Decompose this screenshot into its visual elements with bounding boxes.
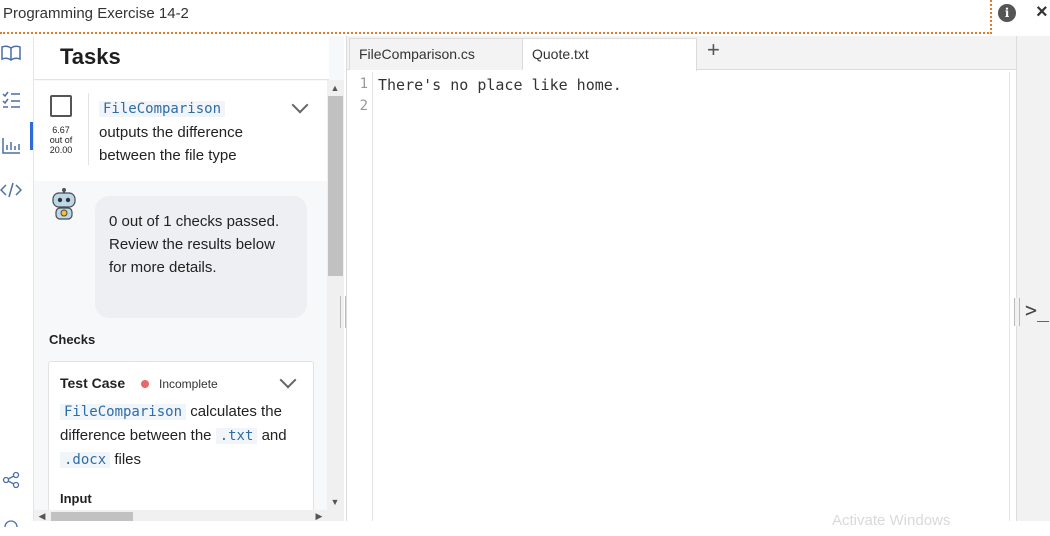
score-total: 20.00 (49, 145, 73, 155)
tasks-header: Tasks (34, 36, 329, 80)
task-checkbox[interactable] (50, 95, 72, 117)
status-dot (141, 380, 149, 388)
checks-label: Checks (49, 332, 96, 347)
left-icon-rail (0, 36, 34, 534)
line-number: 2 (359, 98, 368, 114)
task-score: 6.67 out of 20.00 (45, 125, 77, 155)
test-text-2: and (261, 427, 287, 444)
scroll-down-icon[interactable]: ▼ (330, 497, 340, 507)
test-case-card[interactable]: Test Case Incomplete FileComparison calc… (48, 361, 314, 521)
editor-area: FileComparison.cs Quote.txt + 1 2 There'… (346, 36, 1017, 521)
test-case-title: Test Case (60, 375, 126, 391)
test-text-3: files (114, 451, 142, 468)
input-label: Input (60, 491, 92, 506)
tasks-title: Tasks (60, 44, 121, 69)
chevron-down-icon[interactable] (291, 96, 309, 114)
code-icon[interactable] (0, 180, 23, 202)
tab-filecomparison-cs[interactable]: FileComparison.cs (349, 38, 523, 70)
task-divider (88, 93, 89, 165)
scroll-right-icon[interactable]: ▶ (314, 511, 324, 521)
editor-tab-bar: FileComparison.cs Quote.txt + (347, 36, 1017, 71)
test-code-3: .docx (60, 452, 111, 468)
rail-active-indicator (30, 122, 33, 150)
robot-avatar-icon (50, 188, 78, 220)
info-icon[interactable]: i (998, 4, 1016, 22)
terminal-rail: >_ (1014, 36, 1050, 521)
feedback-bubble: 0 out of 1 checks passed. Review the res… (95, 196, 307, 318)
status-badge: Incomplete (159, 377, 218, 391)
add-tab-icon[interactable]: + (707, 37, 720, 63)
tab-quote-txt[interactable]: Quote.txt (523, 38, 697, 71)
code-line[interactable]: There's no place like home. (378, 76, 622, 94)
terminal-splitter-handle[interactable] (1014, 298, 1020, 326)
tasks-horizontal-scrollbar[interactable]: ◀ ▶ (34, 510, 327, 521)
chart-icon[interactable] (0, 136, 22, 158)
horizontal-scrollbar-thumb[interactable] (51, 512, 133, 521)
test-case-description: FileComparison calculates the difference… (60, 400, 300, 472)
score-value: 6.67 (52, 125, 70, 135)
test-code-2: .txt (215, 428, 258, 444)
terminal-icon[interactable]: >_ (1025, 298, 1049, 322)
tasks-list-icon[interactable] (0, 90, 22, 112)
line-number-gutter: 1 2 (347, 72, 373, 521)
book-icon[interactable] (0, 44, 22, 66)
settings-icon[interactable] (0, 514, 22, 536)
line-number: 1 (359, 76, 368, 92)
task-text: outputs the difference between the file … (99, 124, 243, 164)
score-outof: out of (49, 135, 73, 145)
task-item[interactable]: 6.67 out of 20.00 FileComparison outputs… (34, 81, 329, 181)
title-bar: Programming Exercise 14-2 i × (0, 0, 1050, 34)
tasks-panel: Tasks 6.67 out of 20.00 FileComparison o… (34, 36, 344, 521)
close-icon[interactable]: × (1036, 1, 1048, 24)
chevron-down-icon[interactable] (279, 371, 297, 389)
scroll-up-icon[interactable]: ▲ (330, 83, 340, 93)
window-title: Programming Exercise 14-2 (3, 5, 189, 22)
task-description: FileComparison outputs the difference be… (99, 97, 289, 167)
test-code-1: FileComparison (60, 404, 187, 420)
task-code: FileComparison (99, 101, 226, 117)
scrollbar-thumb[interactable] (328, 96, 343, 276)
scroll-left-icon[interactable]: ◀ (37, 511, 47, 521)
share-icon[interactable] (0, 470, 22, 492)
